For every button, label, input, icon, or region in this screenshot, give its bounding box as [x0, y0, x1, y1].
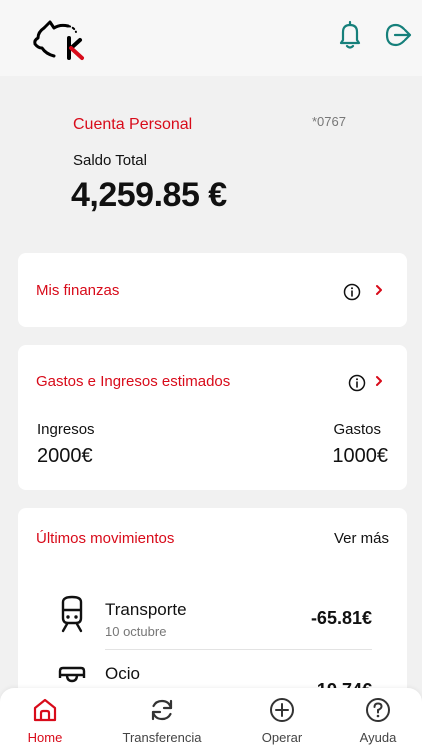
- bell-icon[interactable]: [336, 20, 364, 50]
- transaction-title: Ocio: [105, 664, 140, 683]
- plus-circle-icon: [270, 698, 294, 722]
- transaction-amount: -65.81€: [310, 608, 372, 628]
- home-icon: [33, 698, 57, 722]
- nav-transferencia[interactable]: Transferencia: [112, 688, 212, 752]
- chevron-right-icon[interactable]: [373, 375, 385, 387]
- transaction-date: 10 octubre: [105, 624, 167, 639]
- movimientos-title: Últimos movimientos: [36, 530, 175, 547]
- transaction-row[interactable]: Transporte 10 octubre -65.81€: [54, 586, 372, 650]
- nav-ayuda[interactable]: Ayuda: [350, 688, 406, 752]
- transaction-title: Transporte: [105, 600, 187, 619]
- logout-icon[interactable]: [384, 20, 412, 50]
- see-more-link[interactable]: Ver más: [334, 530, 389, 547]
- income-value: 2000€: [37, 445, 93, 467]
- mis-finanzas-title: Mis finanzas: [36, 282, 120, 299]
- help-icon: [366, 698, 390, 722]
- movimientos-card: Últimos movimientos Ver más Transporte 1…: [18, 508, 407, 708]
- expense-label: Gastos: [333, 421, 381, 438]
- bottom-nav: Home Transferencia Operar Ayuda: [0, 688, 422, 752]
- chevron-right-icon[interactable]: [373, 284, 385, 296]
- nav-operar[interactable]: Operar: [252, 688, 312, 752]
- balance-label: Saldo Total: [73, 152, 147, 169]
- piggy-bank-logo[interactable]: [30, 16, 92, 62]
- info-icon[interactable]: [348, 374, 366, 392]
- nav-operar-label: Operar: [261, 730, 303, 745]
- income-label: Ingresos: [37, 421, 95, 438]
- account-name: Cuenta Personal: [73, 116, 193, 133]
- account-summary[interactable]: Cuenta Personal *0767 Saldo Total 4,259.…: [0, 76, 422, 236]
- train-icon: [61, 595, 83, 633]
- expense-value: 1000€: [332, 445, 388, 467]
- refresh-icon: [151, 699, 173, 721]
- estimados-card[interactable]: Gastos e Ingresos estimados Ingresos 200…: [18, 345, 407, 490]
- mis-finanzas-card[interactable]: Mis finanzas: [18, 253, 407, 327]
- info-icon[interactable]: [343, 283, 361, 301]
- account-number: *0767: [312, 114, 346, 129]
- balance-value: 4,259.85 €: [71, 176, 227, 214]
- nav-transferencia-label: Transferencia: [122, 730, 202, 745]
- estimados-title: Gastos e Ingresos estimados: [36, 373, 231, 390]
- nav-home[interactable]: Home: [16, 688, 74, 752]
- app-header: [0, 0, 422, 76]
- nav-home-label: Home: [27, 730, 63, 745]
- nav-ayuda-label: Ayuda: [359, 730, 397, 745]
